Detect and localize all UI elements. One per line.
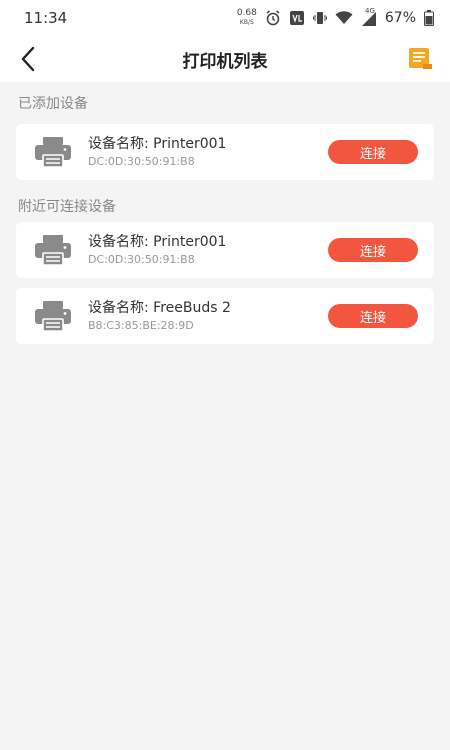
device-name: 设备名称: Printer001 [88, 234, 227, 250]
device-info: 设备名称: Printer001 DC:0D:30:50:91:B8 [88, 135, 328, 169]
volte-icon [289, 10, 305, 26]
device-name: 设备名称: FreeBuds 2 [88, 300, 231, 316]
connect-button[interactable]: 连接 [328, 140, 418, 164]
nav-bar: 打印机列表 [0, 36, 450, 82]
connect-button[interactable]: 连接 [328, 304, 418, 328]
battery-percent: 67% [384, 10, 416, 26]
wifi-icon [335, 11, 353, 25]
printer-icon [35, 137, 71, 168]
status-icons: 0.68 KB/S 4G 67% [237, 7, 434, 27]
device-info: 设备名称: Printer001 DC:0D:30:50:91:B8 [88, 233, 328, 267]
status-time: 11:34 [24, 9, 68, 27]
vibrate-icon [312, 10, 327, 26]
printer-icon [35, 235, 71, 266]
device-info: 设备名称: FreeBuds 2 B8:C3:85:BE:28:9D [88, 299, 328, 333]
device-card: 设备名称: FreeBuds 2 B8:C3:85:BE:28:9D 连接 [16, 288, 434, 344]
device-mac: DC:0D:30:50:91:B8 [88, 253, 195, 266]
net-speed-unit: KB/S [239, 19, 254, 26]
nearby-devices-heading: 附近可连接设备 [18, 199, 116, 215]
cellular-signal-icon: 4G [361, 7, 377, 26]
printer-icon [35, 301, 71, 332]
device-card: 设备名称: Printer001 DC:0D:30:50:91:B8 连接 [16, 222, 434, 278]
device-name: 设备名称: Printer001 [88, 136, 227, 152]
device-mac: B8:C3:85:BE:28:9D [88, 319, 194, 332]
device-mac: DC:0D:30:50:91:B8 [88, 155, 195, 168]
added-devices-heading: 已添加设备 [18, 96, 88, 112]
page-title: 打印机列表 [182, 51, 268, 72]
status-bar: 11:34 0.68 KB/S 4G 67% [0, 0, 450, 36]
document-list-button[interactable] [408, 47, 434, 71]
net-speed-value: 0.68 [236, 8, 257, 18]
battery-icon [424, 10, 434, 26]
alarm-icon [265, 10, 281, 26]
document-icon [409, 48, 432, 69]
connect-button[interactable]: 连接 [328, 238, 418, 262]
network-type: 4G [364, 6, 375, 15]
device-card: 设备名称: Printer001 DC:0D:30:50:91:B8 连接 [16, 124, 434, 180]
chevron-left-icon [21, 46, 35, 72]
net-speed: 0.68 KB/S [237, 9, 257, 27]
back-button[interactable] [20, 46, 36, 72]
